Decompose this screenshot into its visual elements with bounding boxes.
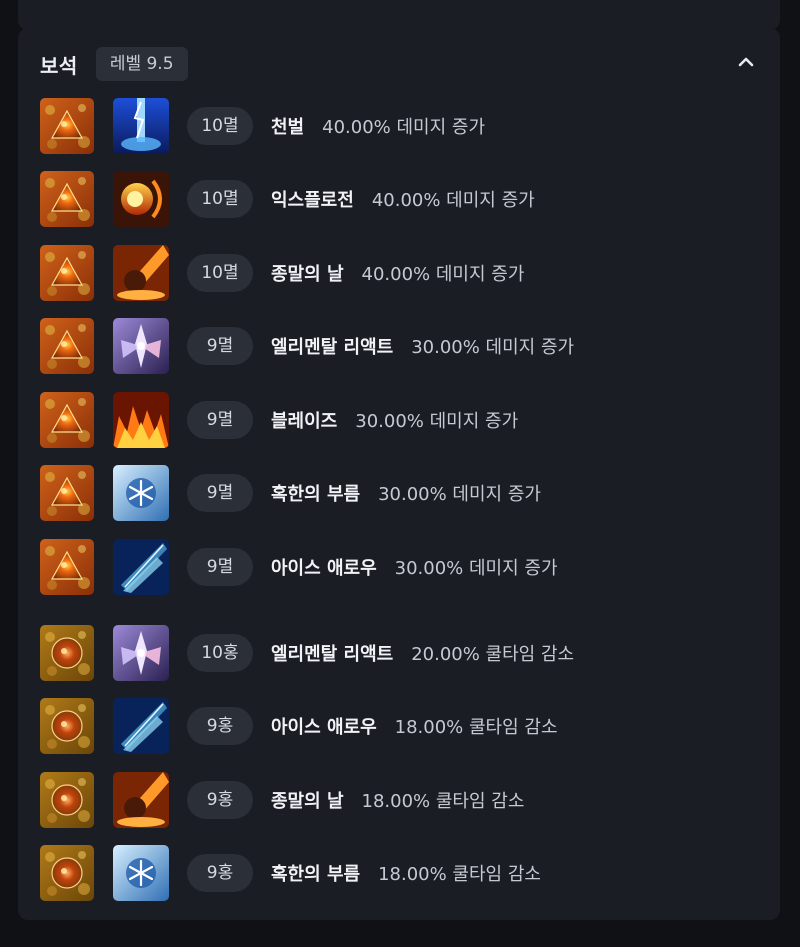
damage-gem-icon bbox=[40, 171, 94, 227]
skill-name: 익스플로전 bbox=[271, 190, 354, 211]
frost-call-snowflake-icon bbox=[113, 465, 169, 521]
cooldown-gem-icon bbox=[40, 698, 94, 754]
cooldown-gem-icon bbox=[40, 625, 94, 681]
gem-row[interactable]: 10홍 엘리멘탈 리액트 20.00% 쿨타임 감소 bbox=[40, 625, 574, 681]
damage-gem-icon bbox=[40, 98, 94, 154]
damage-gem-icon bbox=[40, 318, 94, 374]
gem-row[interactable]: 9홍 아이스 애로우 18.00% 쿨타임 감소 bbox=[40, 698, 558, 754]
gem-level-pill: 9멸 bbox=[187, 401, 253, 439]
gem-row[interactable]: 9멸 블레이즈 30.00% 데미지 증가 bbox=[40, 392, 518, 448]
skill-name: 블레이즈 bbox=[271, 411, 338, 432]
gem-effect: 20.00% 쿨타임 감소 bbox=[411, 644, 575, 665]
gem-effect: 40.00% 데미지 증가 bbox=[361, 264, 525, 285]
gem-row[interactable]: 10멸 천벌 40.00% 데미지 증가 bbox=[40, 98, 485, 154]
cooldown-gem-icon bbox=[40, 772, 94, 828]
gem-row[interactable]: 9홍 혹한의 부름 18.00% 쿨타임 감소 bbox=[40, 845, 541, 901]
gem-level-pill: 10멸 bbox=[187, 254, 253, 292]
ice-arrow-icon bbox=[113, 698, 169, 754]
gem-level-pill: 9홍 bbox=[187, 707, 253, 745]
damage-gem-icon bbox=[40, 539, 94, 595]
gem-row[interactable]: 10멸 종말의 날 40.00% 데미지 증가 bbox=[40, 245, 524, 301]
doomsday-meteor-icon bbox=[113, 245, 169, 301]
damage-gem-icon bbox=[40, 245, 94, 301]
section-title: 보석 bbox=[40, 53, 78, 78]
gem-effect: 40.00% 데미지 증가 bbox=[322, 117, 486, 138]
damage-gem-icon bbox=[40, 465, 94, 521]
gem-header: 보석 레벨 9.5 bbox=[40, 44, 188, 84]
gem-effect: 40.00% 데미지 증가 bbox=[371, 190, 535, 211]
skill-name: 아이스 애로우 bbox=[271, 717, 377, 738]
cooldown-gem-icon bbox=[40, 845, 94, 901]
gem-level-pill: 9멸 bbox=[187, 327, 253, 365]
skill-name: 혹한의 부름 bbox=[271, 864, 361, 885]
skill-name: 종말의 날 bbox=[271, 264, 344, 285]
skill-name: 혹한의 부름 bbox=[271, 484, 361, 505]
doomsday-meteor-icon bbox=[113, 772, 169, 828]
gem-level-pill: 9홍 bbox=[187, 854, 253, 892]
gem-panel: 보석 레벨 9.5 10멸 천벌 40.00% 데미지 증가 10멸 익스플로전 40.0… bbox=[18, 28, 780, 920]
skill-name: 천벌 bbox=[271, 117, 305, 138]
gem-level-pill: 10멸 bbox=[187, 107, 253, 145]
gem-level-pill: 9홍 bbox=[187, 781, 253, 819]
elemental-reaction-crystal-icon bbox=[113, 625, 169, 681]
judgment-lightning-icon bbox=[113, 98, 169, 154]
gem-level-pill: 10멸 bbox=[187, 180, 253, 218]
explosion-fireball-icon bbox=[113, 171, 169, 227]
gem-level-pill: 10홍 bbox=[187, 634, 253, 672]
gem-row[interactable]: 9멸 아이스 애로우 30.00% 데미지 증가 bbox=[40, 539, 558, 595]
gem-effect: 18.00% 쿨타임 감소 bbox=[378, 864, 541, 885]
gem-row[interactable]: 10멸 익스플로전 40.00% 데미지 증가 bbox=[40, 171, 535, 227]
gem-effect: 18.00% 쿨타임 감소 bbox=[394, 717, 558, 738]
gem-level-pill: 9멸 bbox=[187, 474, 253, 512]
level-badge: 레벨 9.5 bbox=[95, 47, 188, 81]
gem-effect: 30.00% 데미지 증가 bbox=[355, 411, 519, 432]
gem-effect: 18.00% 쿨타임 감소 bbox=[361, 791, 525, 812]
previous-card bbox=[18, 0, 780, 30]
skill-name: 아이스 애로우 bbox=[271, 558, 377, 579]
gem-effect: 30.00% 데미지 증가 bbox=[394, 558, 558, 579]
gem-level-pill: 9멸 bbox=[187, 548, 253, 586]
gem-row[interactable]: 9멸 엘리멘탈 리액트 30.00% 데미지 증가 bbox=[40, 318, 574, 374]
skill-name: 종말의 날 bbox=[271, 791, 344, 812]
damage-gem-icon bbox=[40, 392, 94, 448]
blaze-fire-icon bbox=[113, 392, 169, 448]
ice-arrow-icon bbox=[113, 539, 169, 595]
gem-row[interactable]: 9멸 혹한의 부름 30.00% 데미지 증가 bbox=[40, 465, 541, 521]
skill-name: 엘리멘탈 리액트 bbox=[271, 337, 394, 358]
chevron-up-icon[interactable] bbox=[736, 52, 756, 72]
gem-row[interactable]: 9홍 종말의 날 18.00% 쿨타임 감소 bbox=[40, 772, 524, 828]
frost-call-snowflake-icon bbox=[113, 845, 169, 901]
gem-effect: 30.00% 데미지 증가 bbox=[378, 484, 541, 505]
elemental-reaction-crystal-icon bbox=[113, 318, 169, 374]
gem-effect: 30.00% 데미지 증가 bbox=[411, 337, 575, 358]
skill-name: 엘리멘탈 리액트 bbox=[271, 644, 394, 665]
